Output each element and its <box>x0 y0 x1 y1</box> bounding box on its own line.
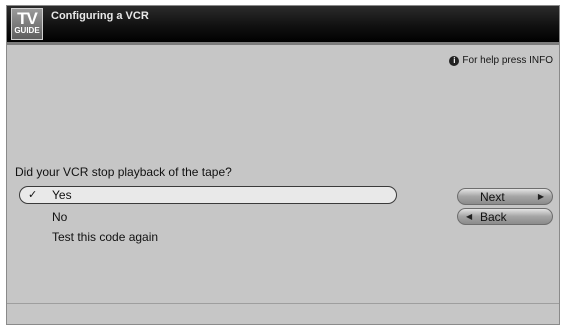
header-bar: TV GUIDE Configuring a VCR <box>7 6 559 45</box>
next-button-label: Next <box>480 190 505 204</box>
help-text: For help press INFO <box>462 55 553 66</box>
option-label: Yes <box>52 188 72 202</box>
arrow-right-icon: ▶ <box>537 192 544 201</box>
checkmark-icon: ✓ <box>28 189 38 201</box>
next-button[interactable]: Next ▶ <box>457 188 553 205</box>
option-yes[interactable]: ✓ Yes <box>19 186 397 204</box>
option-label: No <box>52 210 68 224</box>
back-button[interactable]: ◀ Back <box>457 208 553 225</box>
tv-guide-logo: TV GUIDE <box>11 8 43 40</box>
question-text: Did your VCR stop playback of the tape? <box>15 165 232 179</box>
option-no[interactable]: No <box>19 208 397 226</box>
option-test-code-again[interactable]: Test this code again <box>19 228 397 246</box>
help-hint: i For help press INFO <box>449 55 553 66</box>
logo-guide-text: GUIDE <box>14 26 40 35</box>
info-icon: i <box>449 55 460 66</box>
back-button-label: Back <box>480 210 507 224</box>
footer-divider <box>7 303 559 304</box>
logo-tv-text: TV <box>17 9 38 28</box>
page-title: Configuring a VCR <box>51 10 149 22</box>
arrow-left-icon: ◀ <box>466 212 473 221</box>
tv-guide-screen: TV GUIDE Configuring a VCR i For help pr… <box>6 5 560 325</box>
option-label: Test this code again <box>52 230 159 244</box>
